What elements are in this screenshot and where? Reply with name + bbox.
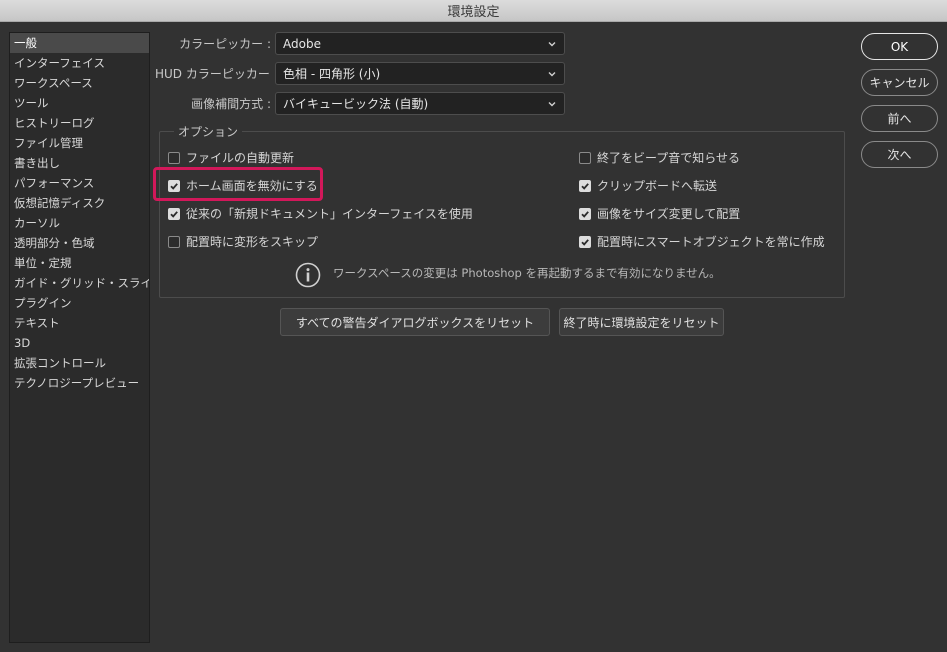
option-export-clipboard[interactable]: クリップボードへ転送 [579, 177, 717, 194]
sidebar-item-history-log[interactable]: ヒストリーログ [10, 113, 149, 133]
reset-warnings-button[interactable]: すべての警告ダイアログボックスをリセット [280, 308, 550, 336]
option-auto-update-files[interactable]: ファイルの自動更新 [168, 149, 294, 166]
sidebar-item-scratch-disks[interactable]: 仮想記憶ディスク [10, 193, 149, 213]
color-picker-value: Adobe [283, 36, 321, 51]
checkbox[interactable] [168, 207, 180, 220]
sidebar-item-general[interactable]: 一般 [10, 33, 149, 53]
sidebar-item-type[interactable]: テキスト [10, 313, 149, 333]
window-titlebar: 環境設定 [0, 0, 947, 22]
chevron-down-icon [548, 71, 556, 76]
color-picker-row: カラーピッカー : Adobe [155, 32, 565, 55]
option-label: 配置時にスマートオブジェクトを常に作成 [597, 235, 825, 249]
option-label: 画像をサイズ変更して配置 [597, 207, 741, 221]
window-title: 環境設定 [447, 5, 500, 20]
option-label: 配置時に変形をスキップ [186, 235, 319, 249]
option-legacy-new-document[interactable]: 従来の「新規ドキュメント」インターフェイスを使用 [168, 205, 473, 222]
sidebar-item-units-rulers[interactable]: 単位・定規 [10, 253, 149, 273]
option-beep-when-done[interactable]: 終了をビープ音で知らせる [579, 149, 740, 166]
sidebar-item-export[interactable]: 書き出し [10, 153, 149, 173]
option-always-smart-object[interactable]: 配置時にスマートオブジェクトを常に作成 [579, 233, 825, 250]
sidebar-item-guides-grid-slices[interactable]: ガイド・グリッド・スライス [10, 273, 149, 293]
option-resize-on-place[interactable]: 画像をサイズ変更して配置 [579, 205, 740, 222]
option-label: 従来の「新規ドキュメント」インターフェイスを使用 [186, 207, 473, 221]
category-sidebar: 一般 インターフェイス ワークスペース ツール ヒストリーログ ファイル管理 書… [9, 32, 150, 643]
option-label: 終了をビープ音で知らせる [597, 151, 741, 165]
restart-notice: ワークスペースの変更は Photoshop を再起動するまで有効になりません。 [295, 258, 721, 288]
sidebar-item-plugins[interactable]: プラグイン [10, 293, 149, 313]
hud-color-picker-label: HUD カラーピッカー : [155, 67, 278, 81]
sidebar-item-workspace[interactable]: ワークスペース [10, 73, 149, 93]
options-legend: オプション [174, 123, 243, 140]
prev-button[interactable]: 前へ [861, 105, 938, 132]
sidebar-item-interface[interactable]: インターフェイス [10, 53, 149, 73]
checkbox[interactable] [579, 207, 591, 220]
checkmark-icon [581, 182, 589, 190]
color-picker-label: カラーピッカー : [179, 37, 271, 51]
option-skip-transform-on-place[interactable]: 配置時に変形をスキップ [168, 233, 318, 250]
hud-color-picker-value: 色相 - 四角形 (小) [283, 67, 381, 81]
checkmark-icon [170, 210, 178, 218]
info-icon [295, 262, 321, 288]
hud-color-picker-row: HUD カラーピッカー : 色相 - 四角形 (小) [155, 62, 565, 85]
sidebar-item-tools[interactable]: ツール [10, 93, 149, 113]
sidebar-item-enhanced-controls[interactable]: 拡張コントロール [10, 353, 149, 373]
checkbox[interactable] [168, 235, 180, 248]
option-label: ファイルの自動更新 [186, 151, 295, 165]
highlight-box [153, 167, 323, 201]
interpolation-select[interactable]: バイキュービック法 (自動) [275, 92, 565, 115]
cancel-button[interactable]: キャンセル [861, 69, 938, 96]
next-button[interactable]: 次へ [861, 141, 938, 168]
sidebar-item-cursors[interactable]: カーソル [10, 213, 149, 233]
checkmark-icon [581, 210, 589, 218]
interpolation-label: 画像補間方式 : [191, 97, 271, 111]
checkbox[interactable] [579, 151, 591, 164]
chevron-down-icon [548, 101, 556, 106]
reset-prefs-on-quit-button[interactable]: 終了時に環境設定をリセット [559, 308, 724, 336]
sidebar-item-file-handling[interactable]: ファイル管理 [10, 133, 149, 153]
checkmark-icon [581, 238, 589, 246]
hud-color-picker-select[interactable]: 色相 - 四角形 (小) [275, 62, 565, 85]
sidebar-item-technology-previews[interactable]: テクノロジープレビュー [10, 373, 149, 393]
sidebar-item-3d[interactable]: 3D [10, 333, 149, 353]
ok-button[interactable]: OK [861, 33, 938, 60]
interpolation-value: バイキュービック法 (自動) [283, 97, 429, 111]
color-picker-select[interactable]: Adobe [275, 32, 565, 55]
sidebar-item-performance[interactable]: パフォーマンス [10, 173, 149, 193]
sidebar-item-transparency-gamut[interactable]: 透明部分・色域 [10, 233, 149, 253]
checkbox[interactable] [168, 151, 180, 164]
restart-notice-text: ワークスペースの変更は Photoshop を再起動するまで有効になりません。 [333, 266, 721, 280]
checkbox[interactable] [579, 179, 591, 192]
checkbox[interactable] [579, 235, 591, 248]
option-label: クリップボードへ転送 [597, 179, 718, 193]
chevron-down-icon [548, 41, 556, 46]
interpolation-row: 画像補間方式 : バイキュービック法 (自動) [155, 92, 565, 115]
